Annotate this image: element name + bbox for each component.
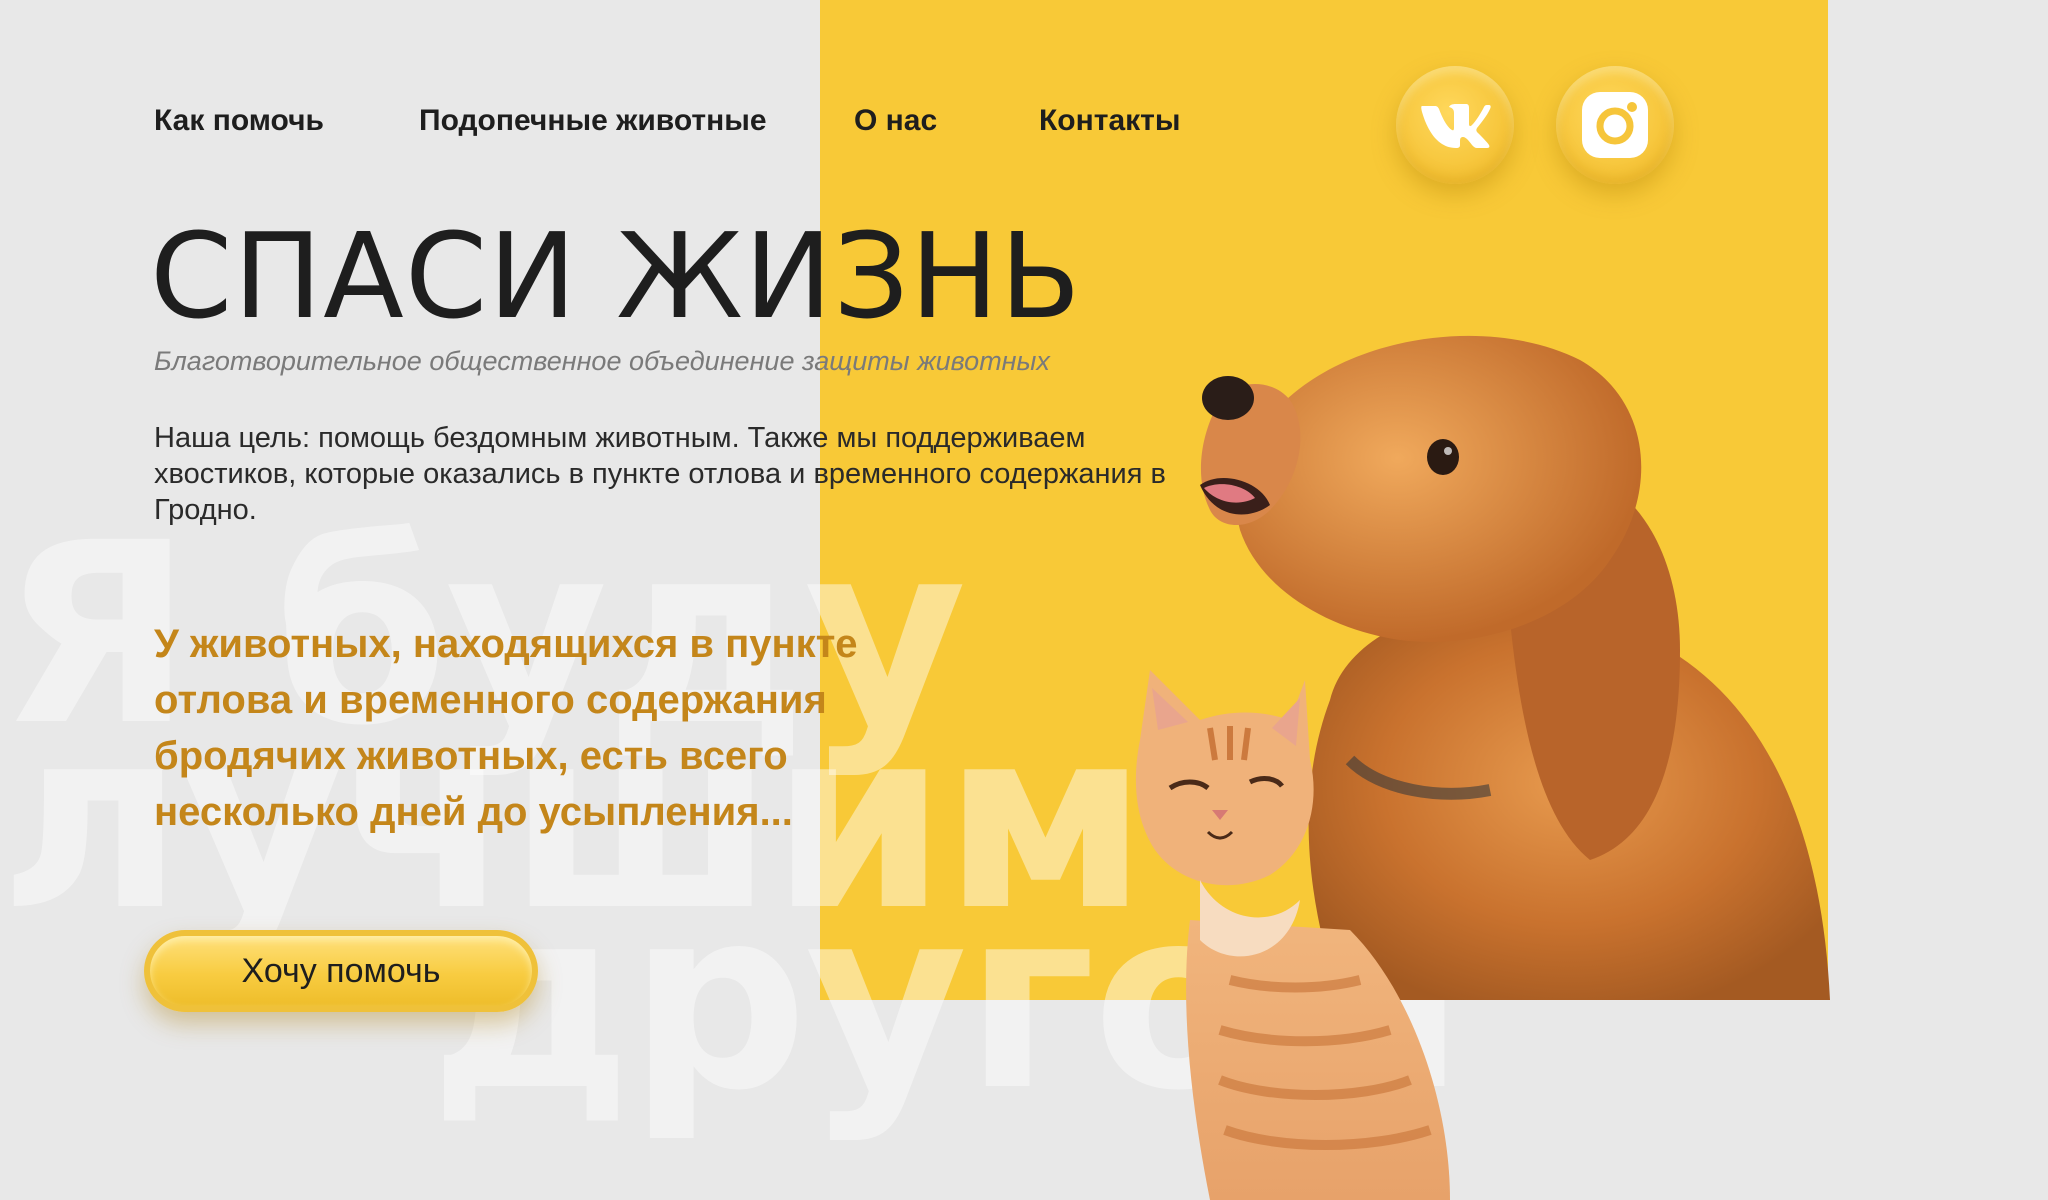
nav-how-to-help[interactable]: Как помочь (154, 104, 324, 138)
vk-icon (1421, 104, 1491, 148)
hero-warning-text: У животных, находящихся в пункте отлова … (154, 622, 858, 834)
nav-about[interactable]: О нас (854, 104, 937, 138)
nav-animals[interactable]: Подопечные животные (419, 104, 767, 138)
instagram-icon (1582, 92, 1648, 158)
page-subtitle: Благотворительное общественное объединен… (154, 346, 1050, 376)
instagram-button[interactable] (1556, 66, 1674, 184)
page-title: СПАСИ ЖИЗНЬ (150, 207, 1082, 345)
cat-image (1135, 670, 1450, 1200)
vk-button[interactable] (1396, 66, 1514, 184)
nav-contacts[interactable]: Контакты (1039, 104, 1180, 138)
hero-description: Наша цель: помощь бездомным животным. Та… (154, 422, 1166, 526)
want-to-help-button[interactable]: Хочу помочь (144, 930, 538, 1012)
